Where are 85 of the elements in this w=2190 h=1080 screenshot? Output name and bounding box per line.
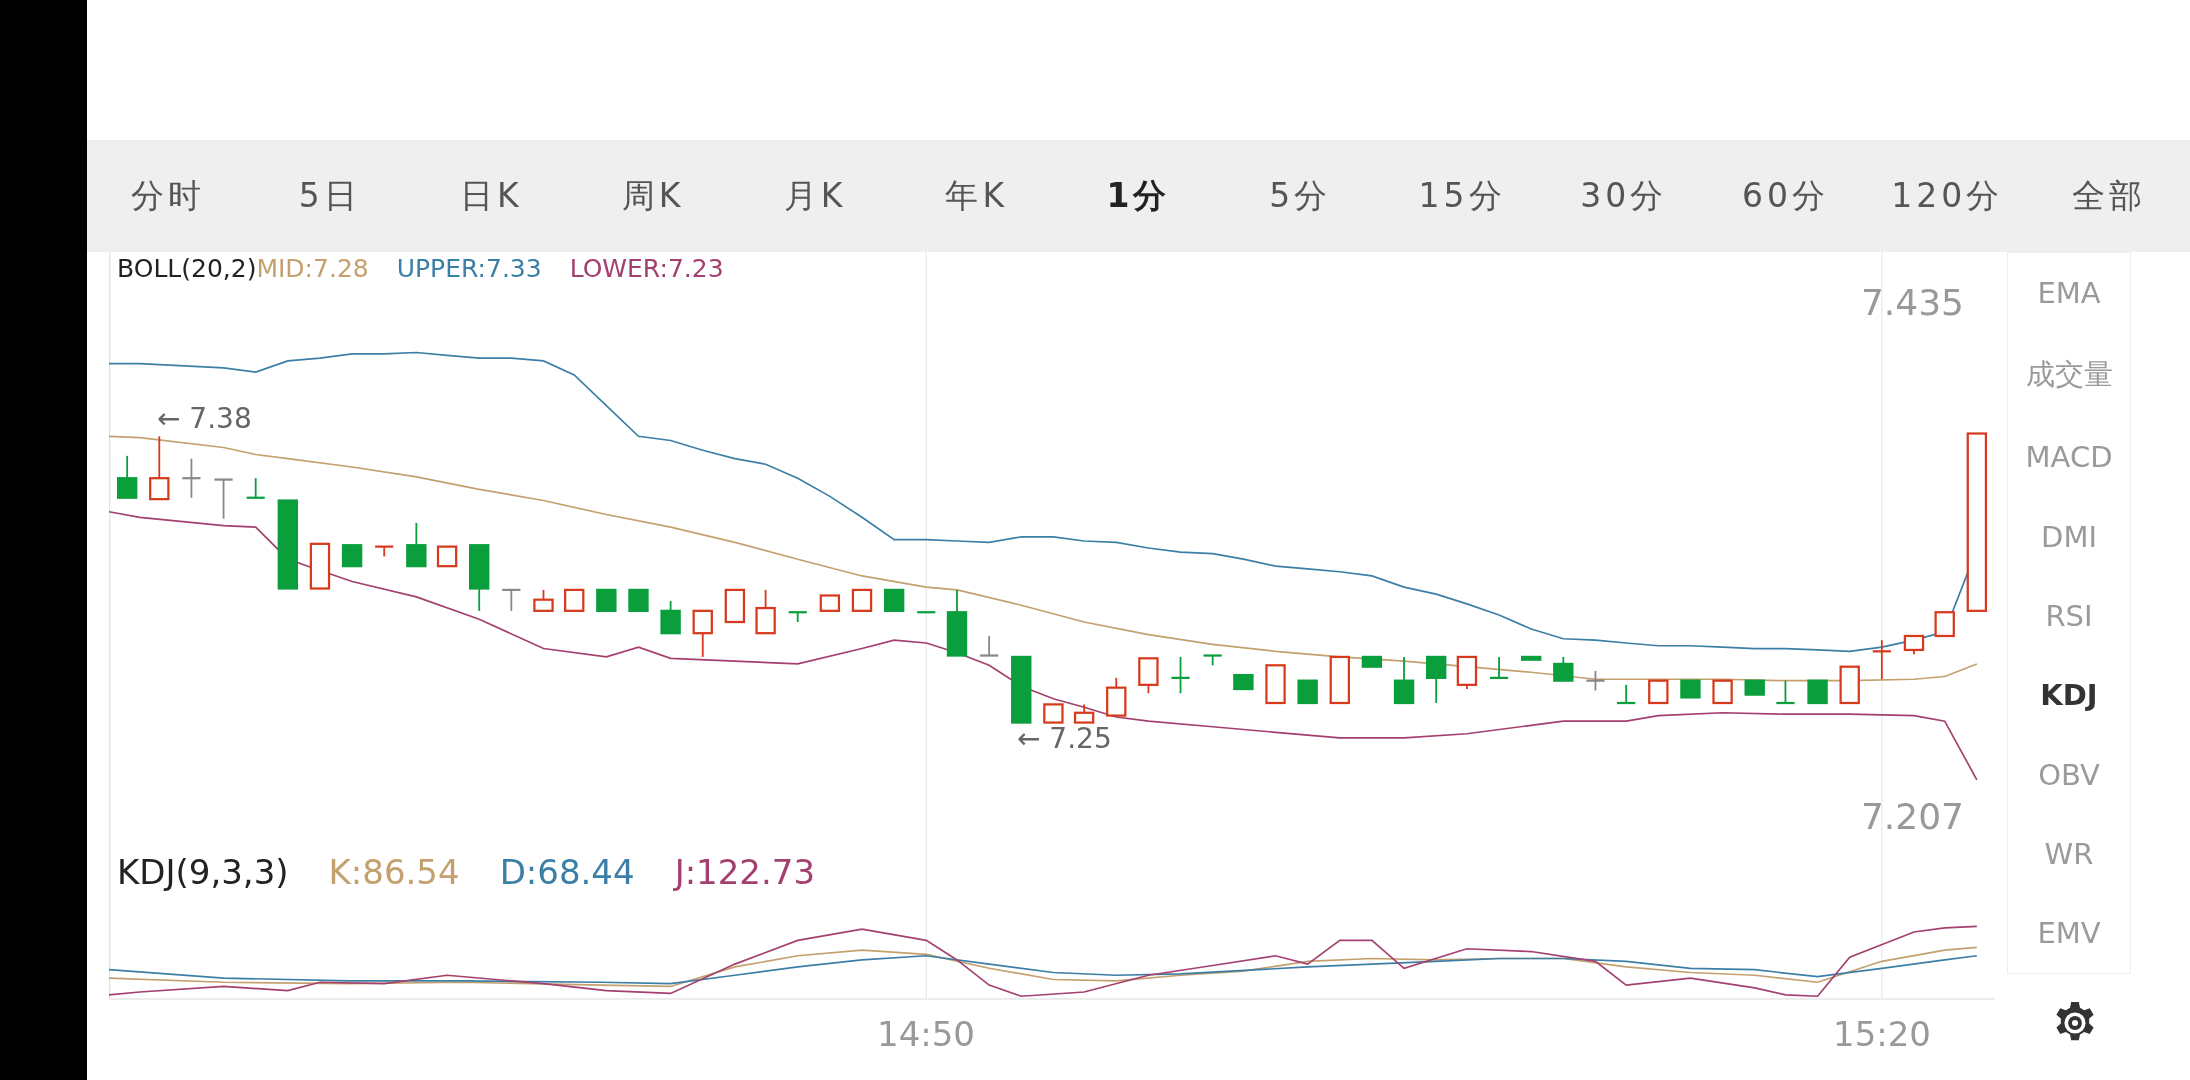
candlestick: [1297, 679, 1318, 705]
candlestick: [1744, 679, 1765, 696]
candlestick: [375, 545, 394, 558]
candlestick: [1106, 676, 1127, 717]
candlestick: [149, 435, 170, 501]
period-tab[interactable]: 月K: [734, 173, 896, 219]
candlestick: [533, 589, 554, 612]
candlestick: [436, 545, 458, 568]
candlestick: [946, 589, 968, 657]
candlestick: [883, 588, 905, 612]
candlestick: [660, 600, 681, 635]
candlestick: [1073, 703, 1095, 724]
legend-value: K:86.54: [328, 852, 460, 892]
candlestick: [980, 635, 999, 657]
indicator-name: KDJ(9,3,3): [117, 852, 289, 892]
legend-value: LOWER:7.23: [569, 254, 724, 283]
candlestick: [1265, 664, 1286, 705]
candlestick: [1680, 679, 1701, 699]
indicator-name: BOLL(20,2): [117, 254, 257, 283]
period-tab[interactable]: 15分: [1381, 173, 1543, 219]
candlestick: [309, 542, 331, 590]
period-tab[interactable]: 5日: [248, 173, 411, 219]
period-tab[interactable]: 1分: [1057, 173, 1220, 219]
time-label: 14:50: [877, 1014, 975, 1054]
candlestick: [692, 609, 713, 658]
time-label: 15:20: [1833, 1014, 1931, 1054]
candlestick: [1712, 679, 1733, 705]
period-tab[interactable]: 全部: [2028, 173, 2190, 219]
period-tab[interactable]: 30分: [1542, 173, 1705, 219]
candlestick: [1138, 657, 1159, 695]
candlestick: [788, 611, 807, 623]
legend-value: D:68.44: [499, 852, 635, 892]
candlestick: [851, 588, 873, 612]
legend-value: J:122.73: [674, 852, 816, 892]
candlestick: [469, 544, 490, 612]
period-tab[interactable]: 60分: [1704, 173, 1867, 219]
candlestick: [341, 544, 363, 568]
candlestick: [1648, 679, 1669, 705]
candlestick: [1586, 670, 1605, 692]
candlestick: [1776, 679, 1795, 705]
candlestick: [1617, 683, 1636, 705]
candlestick: [116, 454, 138, 499]
candlestick: [1233, 673, 1254, 691]
candlestick: [1171, 656, 1190, 695]
candlestick: [246, 477, 265, 499]
price-label: 7.435: [1860, 282, 1964, 323]
legend-value: MID:7.28: [256, 254, 369, 283]
candlestick: [1934, 611, 1955, 638]
candlestick: [406, 521, 427, 568]
candlestick: [1203, 654, 1222, 667]
candlestick: [755, 589, 776, 635]
candlestick: [1011, 655, 1032, 724]
candlestick: [214, 478, 233, 520]
legend-value: UPPER:7.33: [396, 254, 542, 283]
candlestick: [1872, 639, 1891, 681]
low-price-marker: ← 7.25: [1017, 722, 1112, 755]
price-label: 7.207: [1860, 796, 1964, 837]
candlestick: [1807, 679, 1828, 705]
high-price-marker: ← 7.38: [157, 402, 252, 435]
candlestick: [724, 588, 746, 624]
candlestick: [819, 594, 841, 612]
candlestick: [628, 588, 649, 612]
period-tab[interactable]: 周K: [572, 173, 735, 219]
candlestick: [1329, 655, 1350, 705]
candlestick: [1456, 655, 1478, 690]
period-tab[interactable]: 120分: [1866, 173, 2029, 219]
period-tab[interactable]: 日K: [410, 173, 573, 219]
candlestick: [1043, 703, 1064, 724]
candlestick: [182, 457, 201, 499]
candlestick: [564, 588, 585, 612]
indicator-item[interactable]: KDJ: [2008, 678, 2130, 713]
candlestick: [1553, 656, 1574, 682]
candlestick: [1489, 656, 1509, 679]
period-tab[interactable]: 分时: [87, 173, 249, 219]
candlestick: [1361, 655, 1383, 668]
period-tab[interactable]: 年K: [895, 173, 1058, 219]
candlestick: [502, 588, 521, 612]
candlestick: [1903, 634, 1925, 656]
candlestick: [1839, 665, 1860, 705]
candlestick: [1393, 656, 1415, 705]
period-tab[interactable]: 5分: [1219, 173, 1382, 219]
candlestick: [1426, 655, 1447, 704]
candlestick: [1521, 655, 1542, 661]
candlestick: [596, 588, 617, 612]
candlestick: [917, 611, 936, 614]
